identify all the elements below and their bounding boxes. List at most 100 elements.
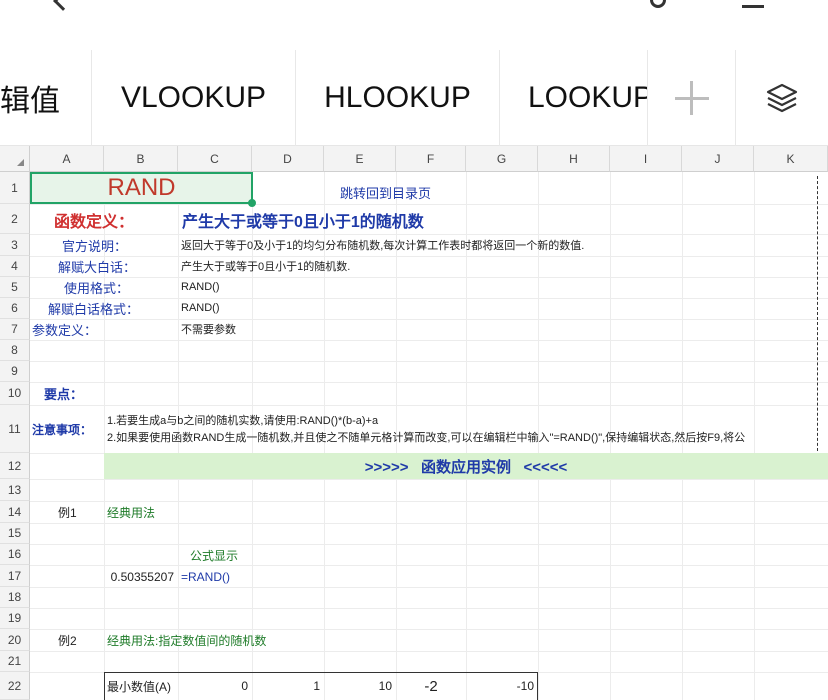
gridline [30, 587, 828, 588]
definition-text: 产生大于或等于0且小于1的随机数 [182, 214, 424, 231]
title-cell-text: RAND [107, 174, 176, 201]
official-label: 官方说明： [62, 238, 128, 254]
row-header-8[interactable]: 8 [0, 340, 30, 361]
column-header-d[interactable]: D [252, 146, 324, 172]
row-header-13[interactable]: 13 [0, 479, 30, 501]
min-value-f[interactable]: -10 [466, 673, 538, 699]
gridline [30, 319, 828, 320]
gridline [30, 523, 828, 524]
example-1-label: 例1 [58, 505, 77, 520]
row-header-18[interactable]: 18 [0, 587, 30, 608]
examples-banner-text: >>>>> 函数应用实例 <<<<< [364, 458, 568, 476]
row-header-22[interactable]: 22 [0, 672, 30, 700]
gridline [30, 298, 828, 299]
spreadsheet-grid[interactable]: A B C D E F G H I J K 1 2 3 4 5 6 7 8 9 … [0, 146, 828, 700]
layers-icon [766, 83, 798, 113]
sheet-tab-hlookup[interactable]: HLOOKUP [296, 50, 500, 146]
plus-icon-vertical [690, 81, 693, 115]
example-1-formula[interactable]: =RAND() [181, 566, 230, 587]
definition-label: 函数定义： [54, 214, 135, 231]
param-label: 参数定义： [32, 322, 98, 338]
key-points-label: 要点： [44, 387, 84, 402]
status-bar [0, 0, 828, 40]
row-header-16[interactable]: 16 [0, 544, 30, 565]
sheet-tab-bar: 逻辑值 VLOOKUP HLOOKUP LOOKUP [0, 50, 828, 146]
gridline [30, 382, 828, 383]
column-header-c[interactable]: C [178, 146, 252, 172]
row-header-14[interactable]: 14 [0, 501, 30, 523]
min-value-d[interactable]: 10 [324, 673, 396, 699]
back-icon[interactable] [53, 0, 73, 11]
sheet-tab-logic[interactable]: 逻辑值 [0, 50, 92, 146]
sheet-list-button[interactable] [736, 50, 828, 146]
gridline [30, 544, 828, 545]
column-header-a[interactable]: A [30, 146, 104, 172]
example-2-label: 例2 [58, 633, 77, 648]
row-header-21[interactable]: 21 [0, 651, 30, 672]
gridline [30, 361, 828, 362]
notes-line-1: 1.若要生成a与b之间的随机实数,请使用:RAND()*(b-a)+a [107, 415, 379, 427]
usage-label: 使用格式： [64, 280, 130, 296]
row-header-4[interactable]: 4 [0, 256, 30, 277]
row-header-10[interactable]: 10 [0, 382, 30, 405]
notes-line-2: 2.如果要使用函数RAND生成一随机数,并且使之不随单元格计算而改变,可以在编辑… [107, 432, 746, 444]
param-text: 不需要参数 [181, 324, 236, 336]
sheet-tab-lookup[interactable]: LOOKUP [500, 50, 648, 146]
tab-label: 逻辑值 [0, 85, 60, 118]
sheet-tab-vlookup[interactable]: VLOOKUP [92, 50, 296, 146]
column-header-k[interactable]: K [754, 146, 828, 172]
row-header-12[interactable]: 12 [0, 453, 30, 479]
min-value-b[interactable]: 0 [178, 673, 252, 699]
tab-label: VLOOKUP [120, 81, 267, 114]
example-2-title: 经典用法:指定数值间的随机数 [107, 633, 267, 648]
gridline [30, 479, 828, 480]
fill-handle[interactable] [248, 199, 256, 207]
gridline [30, 256, 828, 257]
plain-usage-label: 解赋白话格式： [48, 301, 140, 317]
select-all-corner[interactable] [0, 146, 30, 172]
row-header-3[interactable]: 3 [0, 234, 30, 256]
column-header-e[interactable]: E [324, 146, 396, 172]
gridline [30, 651, 828, 652]
gridline [30, 277, 828, 278]
column-header-j[interactable]: J [682, 146, 754, 172]
example-1-title: 经典用法 [107, 505, 156, 520]
row-header-19[interactable]: 19 [0, 608, 30, 629]
official-text: 返回大于等于0及小于1的均匀分布随机数,每次计算工作表时都将返回一个新的数值. [181, 240, 585, 252]
gridline [30, 608, 828, 609]
formula-display-label: 公式显示 [190, 548, 239, 563]
row-header-6[interactable]: 6 [0, 298, 30, 319]
minimize-icon[interactable] [742, 0, 764, 8]
selected-cell-a1[interactable]: RAND [30, 172, 256, 207]
min-value-c[interactable]: 1 [252, 673, 324, 699]
row-header-7[interactable]: 7 [0, 319, 30, 340]
row-header-2[interactable]: 2 [0, 204, 30, 234]
search-icon[interactable] [650, 0, 666, 8]
usage-text: RAND() [181, 281, 220, 293]
corner-triangle-icon [17, 159, 24, 166]
add-sheet-button[interactable] [648, 50, 736, 146]
column-header-g[interactable]: G [466, 146, 538, 172]
example-1-value[interactable]: 0.50355207 [104, 566, 178, 587]
column-header-h[interactable]: H [538, 146, 610, 172]
tab-label: LOOKUP [528, 81, 648, 114]
column-header-i[interactable]: I [610, 146, 682, 172]
examples-banner: >>>>> 函数应用实例 <<<<< [104, 453, 828, 479]
gridline [30, 405, 828, 406]
row-header-17[interactable]: 17 [0, 565, 30, 587]
row-header-9[interactable]: 9 [0, 361, 30, 382]
min-value-label[interactable]: 最小数值(A) [107, 673, 171, 699]
plain-text: 产生大于或等于0且小于1的随机数. [181, 261, 351, 273]
row-header-11[interactable]: 11 [0, 405, 30, 453]
column-header-f[interactable]: F [396, 146, 466, 172]
row-header-1[interactable]: 1 [0, 172, 30, 204]
gridline [30, 340, 828, 341]
row-header-20[interactable]: 20 [0, 629, 30, 651]
copy-marquee [817, 176, 818, 456]
row-header-15[interactable]: 15 [0, 523, 30, 544]
plain-usage-text: RAND() [181, 302, 220, 314]
jump-to-index-link[interactable]: 跳转回到目录页 [340, 182, 431, 202]
column-header-b[interactable]: B [104, 146, 178, 172]
min-value-e[interactable]: -2 [396, 673, 466, 699]
row-header-5[interactable]: 5 [0, 277, 30, 298]
